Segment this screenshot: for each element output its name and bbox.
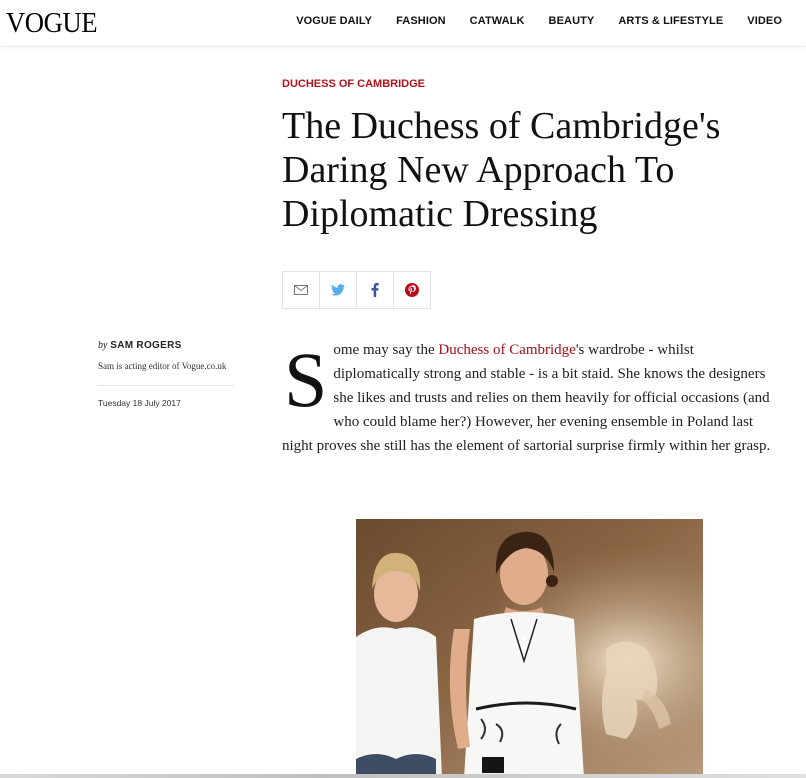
author-bio: Sam is acting editor of Vogue.co.uk bbox=[98, 361, 227, 371]
share-email-button[interactable] bbox=[283, 272, 320, 308]
drop-cap: S bbox=[284, 336, 328, 423]
vogue-logo[interactable]: VOGUE bbox=[6, 6, 98, 40]
nav-video[interactable]: VIDEO bbox=[747, 15, 782, 27]
nav-arts-lifestyle[interactable]: ARTS & LIFESTYLE bbox=[618, 15, 723, 27]
publish-date: Tuesday 18 July 2017 bbox=[98, 398, 181, 408]
nav-catwalk[interactable]: CATWALK bbox=[470, 15, 525, 27]
byline-divider bbox=[98, 385, 234, 386]
site-header: VOGUE VOGUE DAILY FASHION CATWALK BEAUTY… bbox=[0, 0, 806, 47]
share-bar bbox=[282, 271, 431, 309]
facebook-icon bbox=[371, 283, 379, 297]
nav-beauty[interactable]: BEAUTY bbox=[549, 15, 595, 27]
bottom-scrollbar bbox=[0, 774, 806, 778]
article-title: The Duchess of Cambridge's Daring New Ap… bbox=[282, 105, 721, 235]
main-nav: VOGUE DAILY FASHION CATWALK BEAUTY ARTS … bbox=[272, 15, 782, 27]
body-text-rest: 's wardrobe - whilst diplomatically stro… bbox=[282, 342, 771, 454]
article-body: Some may say the Duchess of Cambridge's … bbox=[282, 338, 772, 458]
nav-fashion[interactable]: FASHION bbox=[396, 15, 446, 27]
nav-vogue-daily[interactable]: VOGUE DAILY bbox=[296, 15, 372, 27]
share-twitter-button[interactable] bbox=[320, 272, 357, 308]
pinterest-icon bbox=[405, 283, 419, 297]
byline: by SAM ROGERS bbox=[98, 340, 234, 351]
author-name[interactable]: SAM ROGERS bbox=[110, 340, 181, 351]
duchess-link[interactable]: Duchess of Cambridge bbox=[438, 342, 575, 358]
share-facebook-button[interactable] bbox=[357, 272, 394, 308]
article-photo bbox=[356, 519, 703, 778]
body-text-start: ome may say the bbox=[333, 342, 439, 358]
article-kicker[interactable]: DUCHESS OF CAMBRIDGE bbox=[282, 78, 425, 90]
share-pinterest-button[interactable] bbox=[394, 272, 430, 308]
twitter-icon bbox=[331, 284, 345, 296]
byline-prefix: by bbox=[98, 340, 108, 351]
byline-column: by SAM ROGERS Sam is acting editor of Vo… bbox=[98, 340, 234, 408]
mail-icon bbox=[294, 285, 308, 295]
